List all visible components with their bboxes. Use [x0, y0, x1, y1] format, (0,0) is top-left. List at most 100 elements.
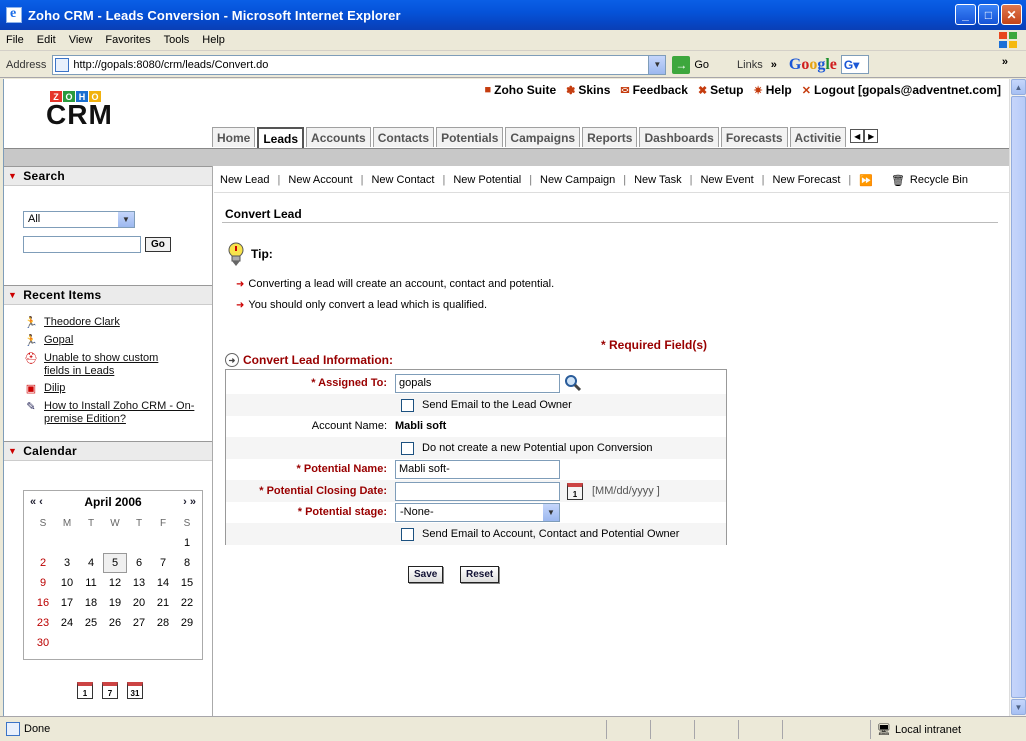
calendar-day[interactable]: 12: [103, 573, 127, 593]
calendar-day[interactable]: 17: [55, 593, 79, 613]
recent-item[interactable]: ⛑ Unable to show custom fields in Leads: [23, 352, 212, 378]
zoho-suite-link[interactable]: ■ Zoho Suite: [484, 83, 556, 97]
address-input[interactable]: http://gopals:8080/crm/leads/Convert.do …: [52, 54, 667, 75]
recycle-bin-link[interactable]: 🗑 Recycle Bin: [891, 174, 968, 187]
calendar-day[interactable]: 3: [55, 553, 79, 573]
potential-stage-select[interactable]: -None- ▼: [395, 502, 560, 522]
minimize-button[interactable]: _: [955, 4, 976, 25]
links-chevron-icon[interactable]: »: [771, 59, 777, 71]
setup-link[interactable]: ✖ Setup: [698, 83, 744, 97]
tab-activities[interactable]: Activitie: [789, 127, 847, 147]
new-lead-link[interactable]: New Lead: [220, 174, 270, 186]
help-link[interactable]: ✷ Help: [754, 83, 792, 97]
scroll-down-icon[interactable]: ▼: [1011, 699, 1026, 715]
search-icon[interactable]: [564, 374, 582, 392]
month-view-icon[interactable]: 31: [127, 682, 143, 699]
calendar-prev-button[interactable]: « ‹: [30, 496, 43, 508]
calendar-day[interactable]: 19: [103, 593, 127, 613]
calendar-day[interactable]: 4: [79, 553, 103, 573]
tab-dashboards[interactable]: Dashboards: [639, 127, 719, 147]
calendar-day[interactable]: 13: [127, 573, 151, 593]
recent-item[interactable]: ✎ How to Install Zoho CRM - On-premise Ed…: [23, 400, 212, 426]
menu-file[interactable]: File: [6, 34, 24, 46]
menu-help[interactable]: Help: [202, 34, 225, 46]
vertical-scrollbar[interactable]: ▲ ▼: [1009, 79, 1026, 716]
calendar-day[interactable]: 29: [175, 613, 199, 633]
calendar-header[interactable]: ▼ Calendar: [4, 441, 212, 461]
closing-date-input[interactable]: [395, 481, 560, 501]
tab-forecasts[interactable]: Forecasts: [720, 127, 788, 147]
links-button[interactable]: Links: [737, 59, 763, 71]
search-section-header[interactable]: ▼ Search: [4, 166, 212, 186]
tab-leads[interactable]: Leads: [257, 127, 305, 148]
calendar-day[interactable]: 28: [151, 613, 175, 633]
google-search-dropdown[interactable]: G▾: [840, 55, 869, 74]
tab-campaigns[interactable]: Campaigns: [505, 127, 581, 147]
potential-name-input[interactable]: Mabli soft-: [395, 459, 560, 479]
skins-link[interactable]: ✽ Skins: [566, 83, 610, 97]
recent-items-header[interactable]: ▼ Recent Items: [4, 285, 212, 305]
logout-link[interactable]: ✕ Logout [gopals@adventnet.com]: [802, 83, 1001, 97]
calendar-day[interactable]: 1: [175, 533, 199, 553]
new-task-link[interactable]: New Task: [634, 174, 681, 186]
calendar-icon[interactable]: 1: [567, 482, 583, 500]
calendar-day[interactable]: 26: [103, 613, 127, 633]
no-potential-checkbox[interactable]: [401, 441, 414, 455]
more-actions-icon[interactable]: ⏩: [859, 174, 873, 187]
calendar-day[interactable]: 24: [55, 613, 79, 633]
calendar-day[interactable]: 9: [31, 573, 55, 593]
reset-button[interactable]: Reset: [460, 566, 500, 583]
feedback-link[interactable]: ✉ Feedback: [620, 83, 688, 97]
tab-potentials[interactable]: Potentials: [436, 127, 504, 147]
calendar-day[interactable]: 6: [127, 553, 151, 573]
new-campaign-link[interactable]: New Campaign: [540, 174, 615, 186]
new-contact-link[interactable]: New Contact: [371, 174, 434, 186]
menu-view[interactable]: View: [69, 34, 93, 46]
new-event-link[interactable]: New Event: [700, 174, 753, 186]
search-go-button[interactable]: Go: [145, 237, 171, 252]
calendar-day[interactable]: 20: [127, 593, 151, 613]
search-module-select[interactable]: All ▼: [23, 211, 135, 228]
calendar-day[interactable]: 23: [31, 613, 55, 633]
new-forecast-link[interactable]: New Forecast: [773, 174, 841, 186]
calendar-day[interactable]: 25: [79, 613, 103, 633]
address-dropdown-icon[interactable]: ▼: [648, 55, 666, 74]
calendar-day[interactable]: 8: [175, 553, 199, 573]
scroll-up-icon[interactable]: ▲: [1011, 79, 1026, 95]
calendar-day[interactable]: 22: [175, 593, 199, 613]
day-view-icon[interactable]: 1: [77, 682, 93, 699]
menu-edit[interactable]: Edit: [37, 34, 56, 46]
tab-scroll-left-icon[interactable]: ◀: [850, 129, 865, 143]
go-button[interactable]: → Go: [672, 55, 709, 74]
tab-accounts[interactable]: Accounts: [306, 127, 371, 147]
calendar-day[interactable]: 10: [55, 573, 79, 593]
calendar-day[interactable]: 18: [79, 593, 103, 613]
recent-item[interactable]: ▣ Dilip: [23, 382, 212, 396]
calendar-day[interactable]: 5: [103, 553, 127, 573]
recent-item[interactable]: 🏃 Gopal: [23, 334, 212, 348]
tab-home[interactable]: Home: [212, 127, 256, 147]
new-account-link[interactable]: New Account: [288, 174, 352, 186]
calendar-day[interactable]: 27: [127, 613, 151, 633]
week-view-icon[interactable]: 7: [102, 682, 118, 699]
menu-favorites[interactable]: Favorites: [105, 34, 150, 46]
tab-reports[interactable]: Reports: [582, 127, 638, 147]
assigned-to-input[interactable]: gopals: [395, 373, 560, 393]
recent-item[interactable]: 🏃 Theodore Clark: [23, 316, 212, 330]
maximize-button[interactable]: □: [978, 4, 999, 25]
send-email-owner-checkbox[interactable]: [401, 398, 414, 412]
calendar-day[interactable]: 30: [31, 633, 55, 653]
calendar-day[interactable]: 7: [151, 553, 175, 573]
calendar-day[interactable]: 14: [151, 573, 175, 593]
search-input[interactable]: [23, 236, 141, 253]
scroll-thumb[interactable]: [1011, 96, 1026, 698]
menu-tools[interactable]: Tools: [164, 34, 190, 46]
toolbar-chevron-icon[interactable]: »: [1002, 56, 1008, 68]
tab-contacts[interactable]: Contacts: [372, 127, 435, 147]
calendar-day[interactable]: 2: [31, 553, 55, 573]
calendar-day[interactable]: 15: [175, 573, 199, 593]
calendar-next-button[interactable]: › »: [183, 496, 196, 508]
new-potential-link[interactable]: New Potential: [453, 174, 521, 186]
close-window-button[interactable]: ✕: [1001, 4, 1022, 25]
calendar-day[interactable]: 21: [151, 593, 175, 613]
